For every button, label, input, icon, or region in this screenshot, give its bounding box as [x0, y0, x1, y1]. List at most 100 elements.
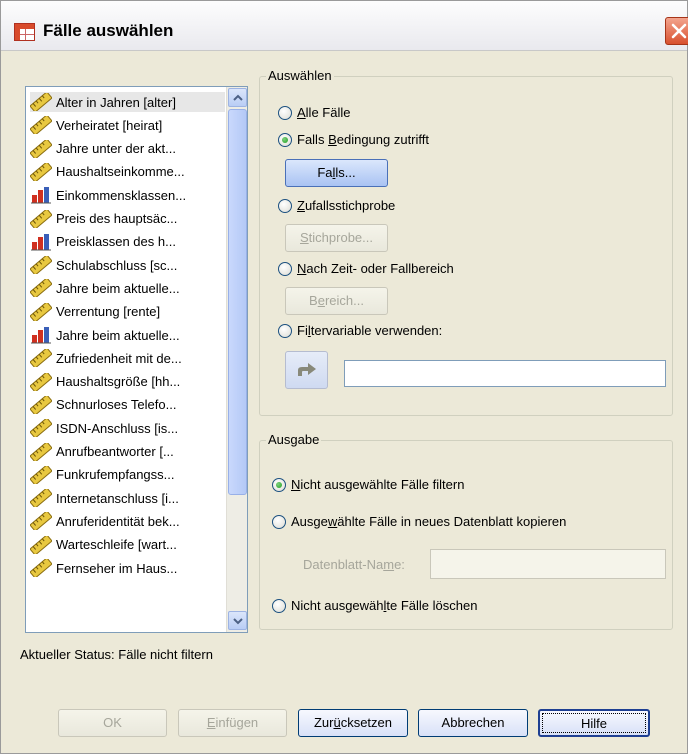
dataset-name-input[interactable] — [430, 549, 666, 579]
scale-measure-icon — [29, 534, 53, 555]
help-button[interactable]: Hilfe — [538, 709, 650, 737]
ordinal-measure-icon — [30, 326, 52, 344]
variable-item[interactable]: Haushaltseinkomme... — [29, 161, 225, 183]
radio-delete-unselected-label: Nicht ausgewählte Fälle löschen — [291, 598, 478, 613]
radio-random-sample-label: Zufallsstichprobe — [297, 198, 396, 213]
variable-label: Preisklassen des h... — [56, 234, 176, 250]
radio-all-cases[interactable]: Alle Fälle — [278, 105, 350, 120]
dataset-name-label: Datenblatt-Name: — [303, 557, 405, 572]
variable-label: Funkrufempfangss... — [56, 467, 175, 483]
ok-button[interactable]: OK — [58, 709, 167, 737]
reset-button[interactable]: Zurücksetzen — [298, 709, 408, 737]
variable-label: Verrentung [rente] — [56, 304, 161, 320]
variable-item[interactable]: Jahre beim aktuelle... — [30, 325, 225, 345]
radio-filter-unselected-indicator[interactable] — [272, 477, 286, 492]
variable-item[interactable]: Anrufbeantworter [... — [29, 441, 225, 462]
radio-random-sample-indicator[interactable] — [278, 198, 292, 213]
radio-delete-unselected-indicator[interactable] — [272, 598, 286, 613]
variable-item[interactable]: Anruferidentität bek... — [29, 511, 225, 532]
filter-variable-input[interactable] — [344, 360, 666, 387]
scale-measure-icon — [29, 394, 53, 416]
radio-copy-selected[interactable]: Ausgewählte Fälle in neues Datenblatt ko… — [272, 514, 566, 529]
scale-measure-icon — [29, 557, 53, 579]
scale-measure-icon — [29, 91, 53, 113]
variable-label: Internetanschluss [i... — [56, 490, 179, 506]
variable-label: Alter in Jahren [alter] — [56, 94, 176, 110]
variable-item[interactable]: Internetanschluss [i... — [29, 487, 225, 509]
variable-item[interactable]: Zufriedenheit mit de... — [29, 348, 225, 369]
dataset-icon — [14, 23, 35, 41]
variable-label: ISDN-Anschluss [is... — [56, 420, 179, 436]
scroll-down-button[interactable] — [228, 611, 247, 630]
radio-filter-variable[interactable]: Filtervariable verwenden: — [278, 323, 442, 338]
scale-measure-icon — [29, 371, 53, 392]
scroll-up-button[interactable] — [228, 88, 247, 107]
title-bar: Fälle auswählen — [1, 1, 688, 51]
variable-item[interactable]: Fernseher im Haus... — [29, 557, 225, 579]
variable-item[interactable]: Funkrufempfangss... — [29, 464, 225, 486]
variable-item[interactable]: Jahre beim aktuelle... — [29, 278, 225, 299]
window-title: Fälle auswählen — [43, 21, 174, 40]
arrow-right-icon — [298, 363, 316, 376]
variable-label: Jahre beim aktuelle... — [56, 280, 180, 296]
variable-item[interactable]: Preis des hauptsäc... — [29, 208, 225, 229]
scale-measure-icon — [29, 511, 53, 532]
list-scrollbar[interactable] — [226, 87, 247, 632]
variable-label: Jahre beim aktuelle... — [56, 327, 180, 343]
radio-filter-variable-indicator[interactable] — [278, 323, 292, 338]
close-icon — [671, 23, 687, 39]
cancel-button[interactable]: Abbrechen — [418, 709, 528, 737]
radio-time-range-indicator[interactable] — [278, 261, 292, 276]
variable-item[interactable]: Verrentung [rente] — [29, 301, 225, 322]
ordinal-measure-icon — [30, 233, 52, 251]
radio-filter-variable-label: Filtervariable verwenden: — [297, 323, 443, 338]
radio-if-condition[interactable]: Falls Bedingung zutrifft — [278, 132, 429, 147]
radio-filter-unselected[interactable]: Nicht ausgewählte Fälle filtern — [272, 477, 464, 492]
variable-label: Preis des hauptsäc... — [56, 211, 178, 226]
output-group-label: Ausgabe — [266, 432, 322, 447]
paste-button[interactable]: Einfügen — [178, 709, 287, 737]
variable-item[interactable]: Preisklassen des h... — [30, 232, 225, 252]
variable-item[interactable]: Alter in Jahren [alter] — [29, 91, 225, 113]
close-button[interactable] — [665, 17, 688, 45]
variable-label: Anrufbeantworter [... — [56, 444, 174, 459]
select-group-label: Auswählen — [266, 68, 334, 83]
variable-label: Zufriedenheit mit de... — [56, 350, 182, 366]
scale-measure-icon — [29, 161, 53, 183]
scale-measure-icon — [29, 208, 53, 229]
arrow-down-icon — [233, 618, 243, 625]
sample-button[interactable]: Stichprobe... — [285, 224, 388, 252]
variable-item[interactable]: Schulabschluss [sc... — [29, 254, 225, 276]
radio-time-range[interactable]: Nach Zeit- oder Fallbereich — [278, 261, 454, 276]
variable-label: Schnurloses Telefo... — [56, 397, 177, 413]
variable-item[interactable]: ISDN-Anschluss [is... — [29, 417, 225, 439]
variable-item[interactable]: Verheiratet [heirat] — [29, 115, 225, 136]
variable-list[interactable]: Alter in Jahren [alter] Verheiratet [heir… — [25, 86, 248, 633]
radio-all-cases-label: Alle Fälle — [297, 105, 351, 120]
variable-item[interactable]: Schnurloses Telefo... — [29, 394, 225, 416]
range-button[interactable]: Bereich... — [285, 287, 388, 315]
radio-copy-selected-indicator[interactable] — [272, 514, 286, 529]
radio-filter-unselected-label: Nicht ausgewählte Fälle filtern — [291, 477, 465, 492]
variable-item[interactable]: Jahre unter der akt... — [29, 138, 225, 159]
move-variable-button[interactable] — [285, 351, 328, 389]
radio-copy-selected-label: Ausgewählte Fälle in neues Datenblatt ko… — [291, 514, 567, 529]
scale-measure-icon — [29, 487, 53, 509]
if-button[interactable]: Falls... — [285, 159, 388, 187]
radio-time-range-label: Nach Zeit- oder Fallbereich — [297, 261, 454, 276]
scale-measure-icon — [29, 278, 53, 299]
radio-all-cases-indicator[interactable] — [278, 105, 292, 120]
variable-item[interactable]: Einkommensklassen... — [30, 185, 225, 205]
scale-measure-icon — [29, 115, 53, 136]
radio-if-condition-label: Falls Bedingung zutrifft — [297, 132, 430, 147]
scale-measure-icon — [29, 464, 53, 486]
radio-random-sample[interactable]: Zufallsstichprobe — [278, 198, 395, 213]
variable-item[interactable]: Warteschleife [wart... — [29, 534, 225, 555]
radio-if-condition-indicator[interactable] — [278, 132, 292, 147]
radio-delete-unselected[interactable]: Nicht ausgewählte Fälle löschen — [272, 598, 477, 613]
dialog-window: Fälle auswählen Alter in Jahren [alter] V… — [0, 0, 688, 754]
variable-item[interactable]: Haushaltsgröße [hh... — [29, 371, 225, 392]
scale-measure-icon — [29, 138, 53, 159]
scroll-thumb[interactable] — [228, 109, 247, 495]
variable-label: Verheiratet [heirat] — [56, 117, 163, 133]
